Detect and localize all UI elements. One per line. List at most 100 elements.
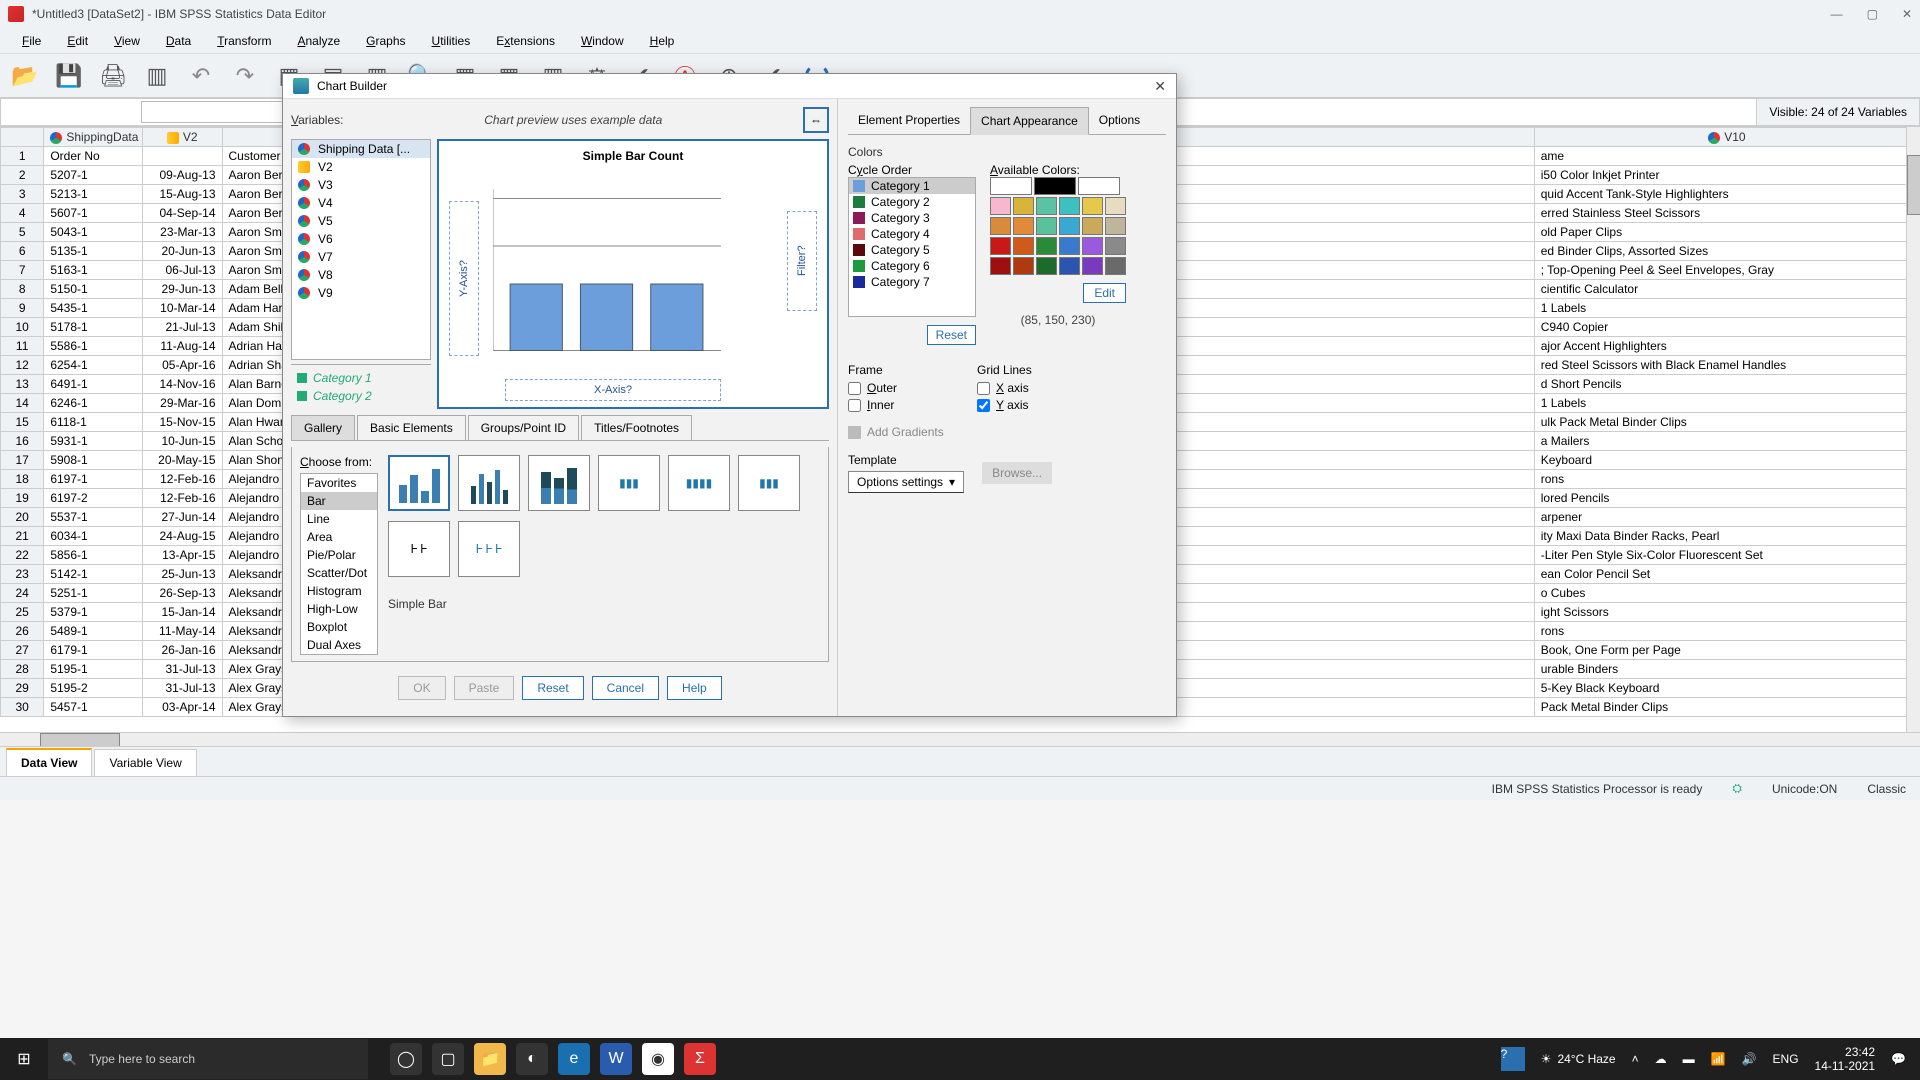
cell[interactable]: 6034-1 [44,527,143,546]
palette-color[interactable] [1078,177,1120,195]
cell[interactable]: 6179-1 [44,641,143,660]
row-number[interactable]: 20 [1,508,44,527]
palette-color[interactable] [1013,237,1034,255]
palette-color[interactable] [1059,237,1080,255]
tab-basic-elements[interactable]: Basic Elements [357,415,466,440]
categories-list[interactable]: Category 1Category 2 [291,364,431,409]
cell[interactable]: 03-Apr-14 [143,698,222,717]
cell[interactable]: C940 Copier [1534,318,1919,337]
cell[interactable]: 6118-1 [44,413,143,432]
variable-item[interactable]: V3 [292,176,430,194]
cell[interactable]: 04-Sep-14 [143,204,222,223]
dialog-title-bar[interactable]: Chart Builder ✕ [283,74,1176,99]
row-number[interactable]: 11 [1,337,44,356]
cell[interactable]: 5537-1 [44,508,143,527]
menu-window[interactable]: Window [569,32,636,50]
row-number[interactable]: 10 [1,318,44,337]
tray-chevron-icon[interactable]: ˄ [1632,1052,1639,1066]
minimize-button[interactable]: — [1831,7,1843,21]
tab-titles-footnotes[interactable]: Titles/Footnotes [581,415,692,440]
row-number[interactable]: 24 [1,584,44,603]
variables-list[interactable]: Shipping Data [...V2V3V4V5V6V7V8V9 [291,139,431,360]
cell[interactable]: 26-Sep-13 [143,584,222,603]
tab-variable-view[interactable]: Variable View [94,749,196,776]
cell[interactable]: 31-Jul-13 [143,660,222,679]
filter-drop-zone[interactable]: Filter? [787,211,817,311]
tab-data-view[interactable]: Data View [6,748,92,776]
cell[interactable]: Order No [44,147,143,166]
row-number[interactable]: 26 [1,622,44,641]
row-number[interactable]: 30 [1,698,44,717]
menu-utilities[interactable]: Utilities [420,32,483,50]
vertical-scrollbar[interactable] [1906,127,1920,732]
cycle-category-item[interactable]: Category 4 [849,226,975,242]
cell[interactable]: Keyboard [1534,451,1919,470]
clock[interactable]: 23:42 14-11-2021 [1815,1045,1876,1074]
palette-color[interactable] [1013,197,1034,215]
cell[interactable]: 1 Labels [1534,394,1919,413]
cell[interactable]: 20-Jun-13 [143,242,222,261]
palette-color[interactable] [1013,257,1034,275]
cell[interactable]: 5489-1 [44,622,143,641]
menu-transform[interactable]: Transform [205,32,283,50]
cell[interactable]: 5207-1 [44,166,143,185]
category-item[interactable]: Category 1 [297,369,425,387]
recall-dialog-icon[interactable]: ▥ [142,61,172,91]
cell[interactable]: Pack Metal Binder Clips [1534,698,1919,717]
cell[interactable]: 27-Jun-14 [143,508,222,527]
cell[interactable]: 5142-1 [44,565,143,584]
cell[interactable]: 21-Jul-13 [143,318,222,337]
thumb-3d-bar[interactable]: ▮▮▮ [598,455,660,511]
dialog-close-button[interactable]: ✕ [1154,78,1166,95]
cell[interactable]: 5457-1 [44,698,143,717]
menu-data[interactable]: Data [154,32,203,50]
row-number[interactable]: 9 [1,299,44,318]
tab-element-properties[interactable]: Element Properties [848,107,970,134]
cell[interactable]: 5150-1 [44,280,143,299]
thumb-simple-bar[interactable] [388,455,450,511]
row-number[interactable]: 7 [1,261,44,280]
variable-item[interactable]: V4 [292,194,430,212]
row-number[interactable]: 22 [1,546,44,565]
cell[interactable]: red Steel Scissors with Black Enamel Han… [1534,356,1919,375]
cell[interactable]: 26-Jan-16 [143,641,222,660]
cell[interactable]: 29-Jun-13 [143,280,222,299]
cell[interactable]: 24-Aug-15 [143,527,222,546]
thumb-error-bar-1[interactable]: Ꮀ Ꮀ [388,521,450,577]
start-button[interactable]: ⊞ [0,1049,48,1069]
row-number[interactable]: 18 [1,470,44,489]
variable-item[interactable]: Shipping Data [... [292,140,430,158]
menu-view[interactable]: View [102,32,152,50]
cell[interactable]: 12-Feb-16 [143,470,222,489]
cortana-icon[interactable]: ▢ [432,1043,464,1075]
chart-type-item[interactable]: High-Low [301,600,377,618]
chart-type-item[interactable]: Histogram [301,582,377,600]
cell[interactable]: 5163-1 [44,261,143,280]
cell[interactable]: ajor Accent Highlighters [1534,337,1919,356]
row-number[interactable]: 3 [1,185,44,204]
cell[interactable]: 6491-1 [44,375,143,394]
paste-button[interactable]: Paste [454,676,515,700]
cell[interactable]: 5-Key Black Keyboard [1534,679,1919,698]
open-file-icon[interactable]: 📂 [10,61,40,91]
cell[interactable]: old Paper Clips [1534,223,1919,242]
save-file-icon[interactable]: 💾 [54,61,84,91]
row-number[interactable]: 2 [1,166,44,185]
cell[interactable]: 20-May-15 [143,451,222,470]
cell[interactable]: 6254-1 [44,356,143,375]
palette-color[interactable] [1105,257,1126,275]
edit-color-button[interactable]: Edit [1083,283,1126,303]
cell[interactable]: 5856-1 [44,546,143,565]
cell[interactable]: 11-Aug-14 [143,337,222,356]
file-explorer-icon[interactable]: 📁 [474,1043,506,1075]
row-number[interactable]: 27 [1,641,44,660]
cycle-category-item[interactable]: Category 1 [849,178,975,194]
cell[interactable]: 23-Mar-13 [143,223,222,242]
chart-type-item[interactable]: Pie/Polar [301,546,377,564]
row-number[interactable]: 17 [1,451,44,470]
cell[interactable]: 5195-2 [44,679,143,698]
menu-analyze[interactable]: Analyze [285,32,352,50]
palette-color[interactable] [1059,217,1080,235]
palette-color[interactable] [990,197,1011,215]
cell[interactable]: 6197-1 [44,470,143,489]
